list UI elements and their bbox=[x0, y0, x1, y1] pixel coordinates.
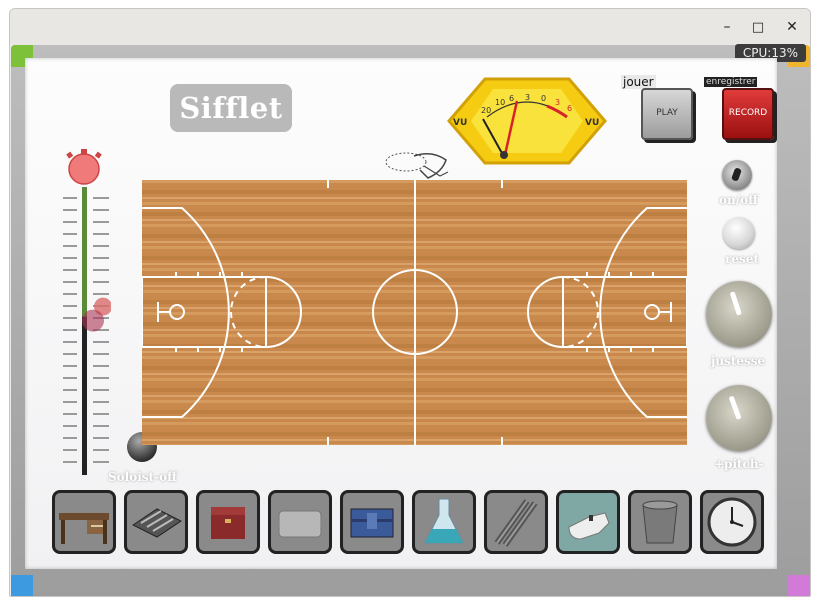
justesse-knob[interactable] bbox=[706, 281, 772, 347]
slot-metal-tray[interactable] bbox=[268, 490, 332, 554]
slot-cutlery-tray[interactable] bbox=[124, 490, 188, 554]
title-bar: – □ ✕ bbox=[10, 9, 810, 45]
close-button[interactable]: ✕ bbox=[781, 17, 803, 37]
metal-rods-icon bbox=[494, 499, 538, 547]
basketball-court bbox=[142, 180, 687, 445]
justesse-label: justesse bbox=[711, 354, 766, 368]
vu-right-label: VU bbox=[585, 118, 599, 128]
whistle-icon bbox=[568, 512, 610, 540]
vu-tick-label: 0 bbox=[541, 94, 546, 103]
record-caption: enregistrer bbox=[704, 77, 758, 87]
play-button-label: PLAY bbox=[656, 108, 678, 118]
vu-tick-label: 3 bbox=[555, 98, 560, 107]
pitch-knob[interactable] bbox=[706, 385, 772, 451]
soloist-label: Soloist-off bbox=[108, 470, 177, 484]
reset-label: reset bbox=[725, 252, 759, 266]
corner-pink bbox=[788, 575, 810, 596]
onoff-switch[interactable] bbox=[722, 160, 752, 190]
play-button[interactable]: PLAY bbox=[641, 88, 693, 140]
pitch-knob-indicator bbox=[728, 395, 742, 420]
minimize-button[interactable]: – bbox=[716, 17, 738, 37]
record-button-label: RECORD bbox=[728, 108, 768, 118]
blue-case-icon bbox=[350, 508, 394, 538]
vu-tick-label: 10 bbox=[495, 98, 505, 107]
desk-icon bbox=[59, 513, 109, 544]
instrument-shelf bbox=[42, 490, 764, 558]
vu-pivot bbox=[500, 151, 508, 159]
stopwatch-icon bbox=[66, 149, 102, 185]
corner-blue bbox=[11, 575, 33, 596]
vu-tick-label: 6 bbox=[567, 104, 572, 113]
onoff-label: on/off bbox=[719, 193, 758, 207]
justesse-knob-indicator bbox=[729, 291, 742, 316]
cutlery-tray-icon bbox=[132, 508, 182, 538]
wooden-box-icon bbox=[211, 507, 245, 539]
slot-blue-case[interactable] bbox=[340, 490, 404, 554]
pitch-label: +pitch- bbox=[714, 457, 764, 471]
reset-button[interactable] bbox=[723, 217, 755, 249]
slider-fill bbox=[82, 187, 87, 317]
slot-metal-rods[interactable] bbox=[484, 490, 548, 554]
slot-desk[interactable] bbox=[52, 490, 116, 554]
slot-wooden-box[interactable] bbox=[196, 490, 260, 554]
play-caption: jouer bbox=[621, 75, 656, 89]
vu-tick-label: 20 bbox=[481, 106, 491, 115]
page-title: Sifflet bbox=[170, 84, 292, 132]
slot-whistle[interactable] bbox=[556, 490, 620, 554]
slot-flask[interactable] bbox=[412, 490, 476, 554]
clock-icon bbox=[707, 497, 757, 547]
volume-slider[interactable] bbox=[63, 147, 111, 477]
slot-clock[interactable] bbox=[700, 490, 764, 554]
vu-meter: VU VU 20 10 6 3 0 3 6 bbox=[447, 77, 607, 165]
slot-glass[interactable] bbox=[628, 490, 692, 554]
vu-tick-label: 3 bbox=[525, 93, 530, 102]
vu-left-label: VU bbox=[453, 118, 467, 128]
record-button[interactable]: RECORD bbox=[722, 88, 774, 140]
flask-icon bbox=[424, 498, 464, 544]
metal-tray-icon bbox=[273, 510, 327, 538]
onoff-indicator bbox=[730, 167, 743, 182]
glass-icon bbox=[642, 500, 678, 544]
vu-tick-label: 6 bbox=[509, 94, 514, 103]
maximize-button[interactable]: □ bbox=[747, 17, 769, 37]
